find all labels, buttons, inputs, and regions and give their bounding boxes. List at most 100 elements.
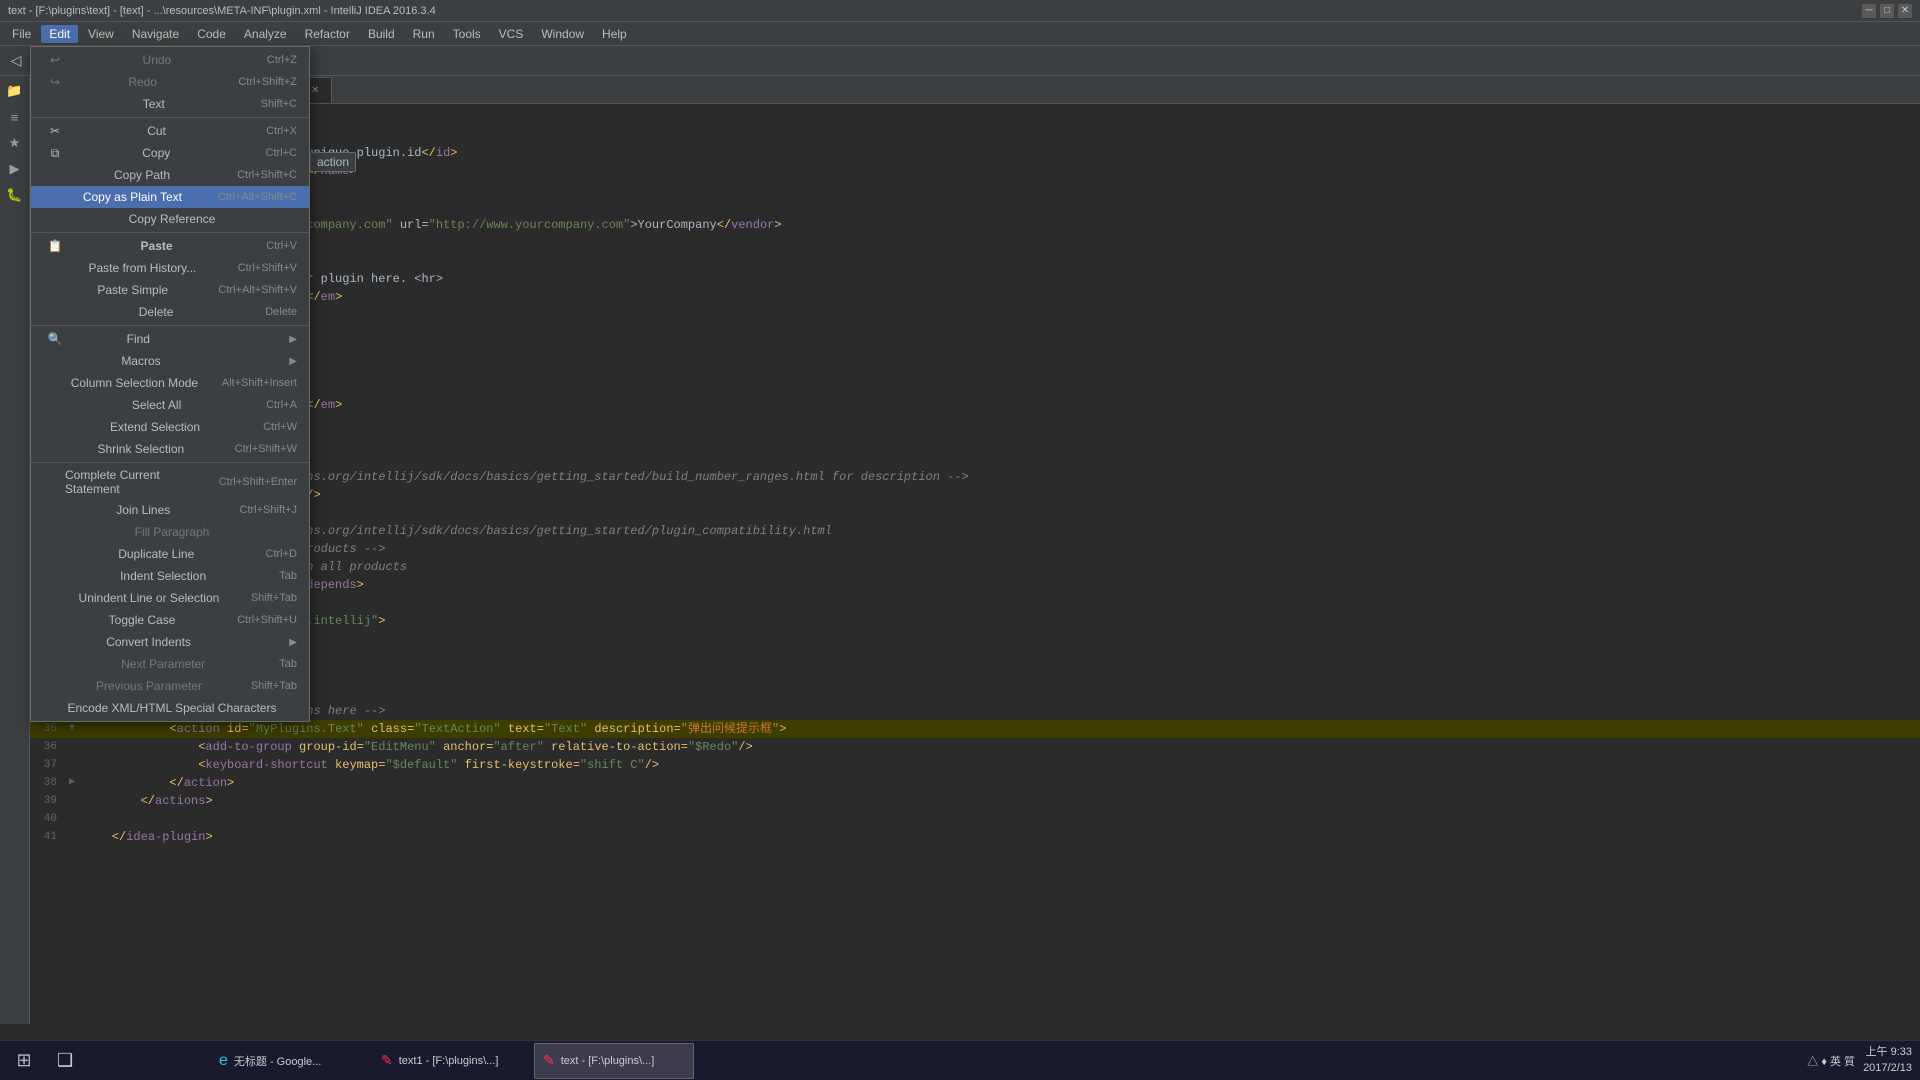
join-lines-shortcut: Ctrl+Shift+J — [240, 504, 297, 516]
line-row — [30, 108, 1920, 126]
paste-history-label: Paste from History... — [88, 261, 196, 275]
toggle-case-shortcut: Ctrl+Shift+U — [237, 614, 297, 626]
menu-item-undo[interactable]: ↩ Undo Ctrl+Z — [31, 49, 309, 71]
toggle-case-label: Toggle Case — [109, 613, 176, 627]
next-param-shortcut: Tab — [279, 658, 297, 670]
taskbar-item-idea1[interactable]: ✎ text1 - [F:\plugins\...] — [372, 1043, 532, 1079]
menu-vcs[interactable]: VCS — [491, 25, 532, 43]
menu-item-complete-statement[interactable]: Complete Current Statement Ctrl+Shift+En… — [31, 465, 309, 499]
menu-item-encode-xml[interactable]: Encode XML/HTML Special Characters — [31, 697, 309, 719]
line-row: 41 </idea-plugin> — [30, 828, 1920, 846]
menu-item-next-param[interactable]: Next Parameter Tab — [31, 653, 309, 675]
menu-item-delete[interactable]: Delete Delete — [31, 301, 309, 323]
line-row: 17 ML tags may be used</em> — [30, 396, 1920, 414]
title-bar: text - [F:\plugins\text] - [text] - ...\… — [0, 0, 1920, 22]
macros-label: Macros — [121, 354, 160, 368]
line-row: 26 to enable plugin in all products — [30, 558, 1920, 576]
menu-item-prev-param[interactable]: Previous Parameter Shift+Tab — [31, 675, 309, 697]
menu-edit[interactable]: Edit — [41, 25, 78, 43]
menu-item-paste-simple[interactable]: Paste Simple Ctrl+Alt+Shift+V — [31, 279, 309, 301]
text-shortcut: Shift+C — [261, 98, 297, 110]
favorites-icon[interactable]: ★ — [4, 132, 26, 154]
tab-close-2[interactable]: ✕ — [311, 85, 319, 96]
windows-start-button[interactable]: ⊞ — [4, 1043, 44, 1079]
menu-item-toggle-case[interactable]: Toggle Case Ctrl+Shift+U — [31, 609, 309, 631]
menu-help[interactable]: Help — [594, 25, 635, 43]
convert-indents-arrow: ▶ — [289, 637, 297, 648]
minimize-button[interactable]: ─ — [1862, 4, 1876, 18]
structure-icon[interactable]: ≡ — [4, 106, 26, 128]
idea1-label: text1 - [F:\plugins\...] — [399, 1055, 499, 1067]
dup-line-shortcut: Ctrl+D — [266, 548, 297, 560]
autocomplete-popup: action — [310, 152, 356, 172]
indent-sel-label: Indent Selection — [120, 569, 206, 583]
select-all-label: Select All — [132, 398, 181, 412]
menu-item-join-lines[interactable]: Join Lines Ctrl+Shift+J — [31, 499, 309, 521]
menu-item-text[interactable]: Text Shift+C — [31, 93, 309, 115]
line-row: 15 ><![CDATA[ — [30, 360, 1920, 378]
line-row: 34 <!-- Add your actions here --> — [30, 702, 1920, 720]
paste-simple-label: Paste Simple — [97, 283, 168, 297]
menu-divider-3 — [31, 325, 309, 326]
menu-item-cut[interactable]: ✂ Cut Ctrl+X — [31, 120, 309, 142]
copy-plain-shortcut: Ctrl+Alt+Shift+C — [218, 191, 297, 203]
line-row: 27 intellij.modules.lang</depends> — [30, 576, 1920, 594]
shrink-sel-label: Shrink Selection — [97, 442, 184, 456]
menu-item-redo[interactable]: ↪ Redo Ctrl+Shift+Z — [31, 71, 309, 93]
editor-tabs: ✎ text1 - [F:\plugins\...] ✕ ✎ text - [F… — [30, 76, 1920, 104]
menu-item-indent-selection[interactable]: Indent Selection Tab — [31, 565, 309, 587]
menu-window[interactable]: Window — [533, 25, 592, 43]
menu-item-select-all[interactable]: Select All Ctrl+A — [31, 394, 309, 416]
menu-refactor[interactable]: Refactor — [297, 25, 358, 43]
redo-icon: ↪ — [47, 75, 63, 89]
menu-run[interactable]: Run — [405, 25, 443, 43]
browser-label: 无标题 - Google... — [234, 1053, 321, 1069]
menu-item-fill-paragraph[interactable]: Fill Paragraph — [31, 521, 309, 543]
menu-item-paste[interactable]: 📋 Paste Ctrl+V — [31, 235, 309, 257]
cut-icon: ✂ — [47, 124, 63, 138]
prev-param-label: Previous Parameter — [96, 679, 202, 693]
line-row: 11 ML tags may be used</em> — [30, 288, 1920, 306]
taskbar-item-cortana[interactable]: ❑ — [48, 1043, 208, 1079]
system-clock[interactable]: 上午 9:33 2017/2/13 — [1863, 1045, 1912, 1076]
line-row: 30 extensions here --> — [30, 630, 1920, 648]
menu-item-column-selection[interactable]: Column Selection Mode Alt+Shift+Insert — [31, 372, 309, 394]
browser-icon: e — [219, 1052, 228, 1070]
dup-line-label: Duplicate Line — [118, 547, 194, 561]
project-icon[interactable]: 📁 — [4, 80, 26, 102]
delete-label: Delete — [139, 305, 174, 319]
menu-item-paste-history[interactable]: Paste from History... Ctrl+Shift+V — [31, 257, 309, 279]
menu-file[interactable]: File — [4, 25, 39, 43]
menu-item-convert-indents[interactable]: Convert Indents ▶ — [31, 631, 309, 653]
menu-item-copy-plain-text[interactable]: Copy as Plain Text Ctrl+Alt+Shift+C — [31, 186, 309, 208]
line-row: 38 ▶ </action> — [30, 774, 1920, 792]
menu-item-extend-selection[interactable]: Extend Selection Ctrl+W — [31, 416, 309, 438]
taskbar-item-idea2[interactable]: ✎ text - [F:\plugins\...] — [534, 1043, 694, 1079]
menu-item-macros[interactable]: Macros ▶ — [31, 350, 309, 372]
menu-item-copy-path[interactable]: Copy Path Ctrl+Shift+C — [31, 164, 309, 186]
taskbar-item-browser[interactable]: e 无标题 - Google... — [210, 1043, 370, 1079]
menu-tools[interactable]: Tools — [445, 25, 489, 43]
close-button[interactable]: ✕ — [1898, 4, 1912, 18]
menu-view[interactable]: View — [80, 25, 122, 43]
run-panel-icon[interactable]: ▶ — [4, 158, 26, 180]
menu-item-shrink-selection[interactable]: Shrink Selection Ctrl+Shift+W — [31, 438, 309, 460]
line-row: 21 <!-- http://www.jetbrains.org/intelli… — [30, 468, 1920, 486]
menu-item-unindent[interactable]: Unindent Line or Selection Shift+Tab — [31, 587, 309, 609]
editor-content[interactable]: 2 ▼ ns="2"> 3 com.your.company.unique.pl… — [30, 104, 1920, 850]
menu-item-duplicate-line[interactable]: Duplicate Line Ctrl+D — [31, 543, 309, 565]
maximize-button[interactable]: □ — [1880, 4, 1894, 18]
idea1-icon: ✎ — [381, 1052, 393, 1069]
back-button[interactable]: ◁ — [4, 49, 28, 73]
debug-panel-icon[interactable]: 🐛 — [4, 184, 26, 206]
encode-xml-label: Encode XML/HTML Special Characters — [68, 701, 277, 715]
windows-taskbar: ⊞ ❑ e 无标题 - Google... ✎ text1 - [F:\plug… — [0, 1040, 1920, 1080]
menu-analyze[interactable]: Analyze — [236, 25, 295, 43]
menu-build[interactable]: Build — [360, 25, 403, 43]
menu-code[interactable]: Code — [189, 25, 234, 43]
extend-sel-shortcut: Ctrl+W — [263, 421, 297, 433]
menu-item-copy-ref[interactable]: Copy Reference — [31, 208, 309, 230]
menu-item-copy[interactable]: ⧉ Copy Ctrl+C — [31, 142, 309, 164]
menu-item-find[interactable]: 🔍 Find ▶ — [31, 328, 309, 350]
menu-navigate[interactable]: Navigate — [124, 25, 187, 43]
